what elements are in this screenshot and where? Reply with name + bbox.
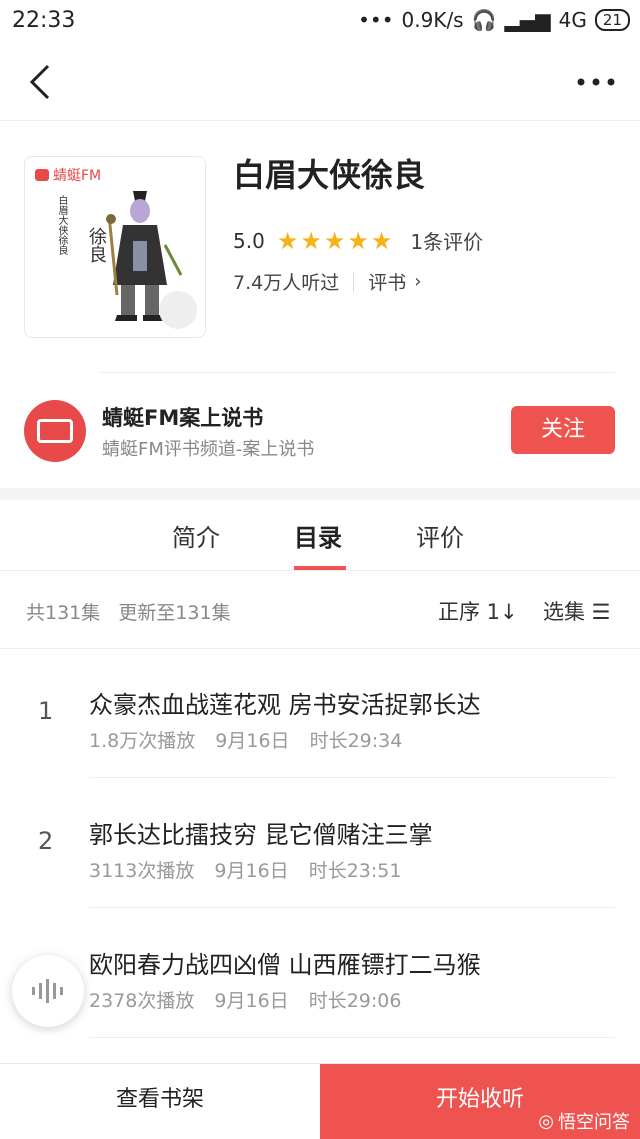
active-tab-indicator [294,566,346,570]
episode-item[interactable]: 1 众豪杰血战莲花观 房书安活捉郭长达 1.8万次播放 9月16日 时长29:3… [0,649,640,779]
more-dots-icon: ••• [358,8,394,32]
status-right: ••• 0.9K/s 🎧 ▂▄▆ 4G 21 [358,8,630,32]
rating-score: 5.0 [233,228,265,253]
divider [89,1037,615,1038]
divider [353,271,355,292]
episode-date: 9月16日 [214,990,289,1012]
channel-name[interactable]: 蜻蜓FM案上说书 [102,402,263,432]
battery-icon: 21 [594,9,630,31]
watermark: ◎ 悟空问答 [538,1108,630,1134]
status-time: 22:33 [12,8,76,33]
divider [89,907,615,908]
signal-icon: ▂▄▆ [504,8,551,32]
episode-updated: 更新至131集 [118,602,231,624]
radio-icon [37,419,73,443]
episode-title: 欧阳春力战四凶僧 山西雁镖打二马猴 [89,951,481,979]
star-icon: ★ [370,226,393,255]
episode-plays: 3113次播放 [89,860,195,882]
view-bookshelf-button[interactable]: 查看书架 [0,1064,320,1139]
book-cover[interactable]: 蜻蜓FM 白眉大侠徐良 徐良 [24,156,206,338]
episode-item[interactable]: 3 欧阳春力战四凶僧 山西雁镖打二马猴 2378次播放 9月16日 时长29:0… [0,909,640,1039]
select-episodes-button[interactable]: 选集 ☰ [543,596,611,626]
star-icon: ★ [276,226,299,255]
episode-duration: 时长23:51 [308,860,402,882]
divider [89,777,615,778]
rating-count[interactable]: 1条评价 [410,226,483,255]
section-gap [0,488,640,500]
episode-info: 1.8万次播放 9月16日 时长29:34 [89,726,402,753]
book-title: 白眉大侠徐良 [233,156,426,194]
episode-duration: 时长29:34 [309,730,403,752]
episode-number: 1 [38,697,54,725]
episode-date: 9月16日 [214,860,289,882]
rating-row: 5.0 ★ ★ ★ ★ ★ 1条评价 [233,226,483,255]
listens-row: 7.4万人听过 评书 › [233,268,421,295]
episode-date: 9月16日 [215,730,290,752]
headphone-icon: 🎧 [471,8,497,32]
star-icon: ★ [323,226,346,255]
rating-stars: ★ ★ ★ ★ ★ [277,229,393,253]
episode-info: 2378次播放 9月16日 时长29:06 [89,986,401,1013]
watermark-text: 悟空问答 [558,1112,630,1133]
divider [100,372,615,373]
status-bar: 22:33 ••• 0.9K/s 🎧 ▂▄▆ 4G 21 [0,0,640,44]
episode-number: 2 [38,827,54,855]
episode-info: 3113次播放 9月16日 时长23:51 [89,856,401,883]
tab-intro[interactable]: 简介 [172,518,220,553]
episode-title: 郭长达比擂技穷 昆它僧赌注三掌 [89,821,433,849]
channel-desc: 蜻蜓FM评书频道-案上说书 [102,439,315,460]
audio-wave-icon [32,979,63,1003]
nav-bar [0,44,640,121]
episode-duration: 时长29:06 [308,990,402,1012]
listen-count: 7.4万人听过 [233,272,340,294]
brand-logo-icon [35,169,49,181]
episode-plays: 2378次播放 [89,990,195,1012]
tab-catalog[interactable]: 目录 [294,518,342,553]
network-type: 4G [558,8,587,32]
episode-item[interactable]: 2 郭长达比擂技穷 昆它僧赌注三掌 3113次播放 9月16日 时长23:51 [0,779,640,909]
star-icon: ★ [347,226,369,255]
chevron-right-icon[interactable]: › [414,271,421,292]
tab-reviews[interactable]: 评价 [416,518,464,553]
channel-avatar[interactable] [24,400,86,462]
sort-order-button[interactable]: 正序 1↓ [438,596,518,626]
cover-brand-text: 蜻蜓FM [53,168,102,184]
follow-button[interactable]: 关注 [511,406,615,454]
episode-plays: 1.8万次播放 [89,730,196,752]
net-speed: 0.9K/s [401,8,464,32]
episode-title: 众豪杰血战莲花观 房书安活捉郭长达 [89,691,481,719]
tab-bar: 简介 目录 评价 [0,500,640,571]
cover-small-text: 白眉大侠徐良 [56,195,67,255]
more-options-icon[interactable] [576,72,616,92]
headset-icon [159,291,197,329]
cover-brand: 蜻蜓FM [35,165,101,185]
episode-summary: 共131集 更新至131集 [26,598,231,625]
back-arrow-icon[interactable] [24,62,64,102]
watermark-logo-icon: ◎ [538,1110,554,1132]
floating-player-button[interactable] [12,955,84,1027]
category-link[interactable]: 评书 [368,268,406,295]
star-icon: ★ [300,226,322,255]
episode-total: 共131集 [26,602,101,624]
